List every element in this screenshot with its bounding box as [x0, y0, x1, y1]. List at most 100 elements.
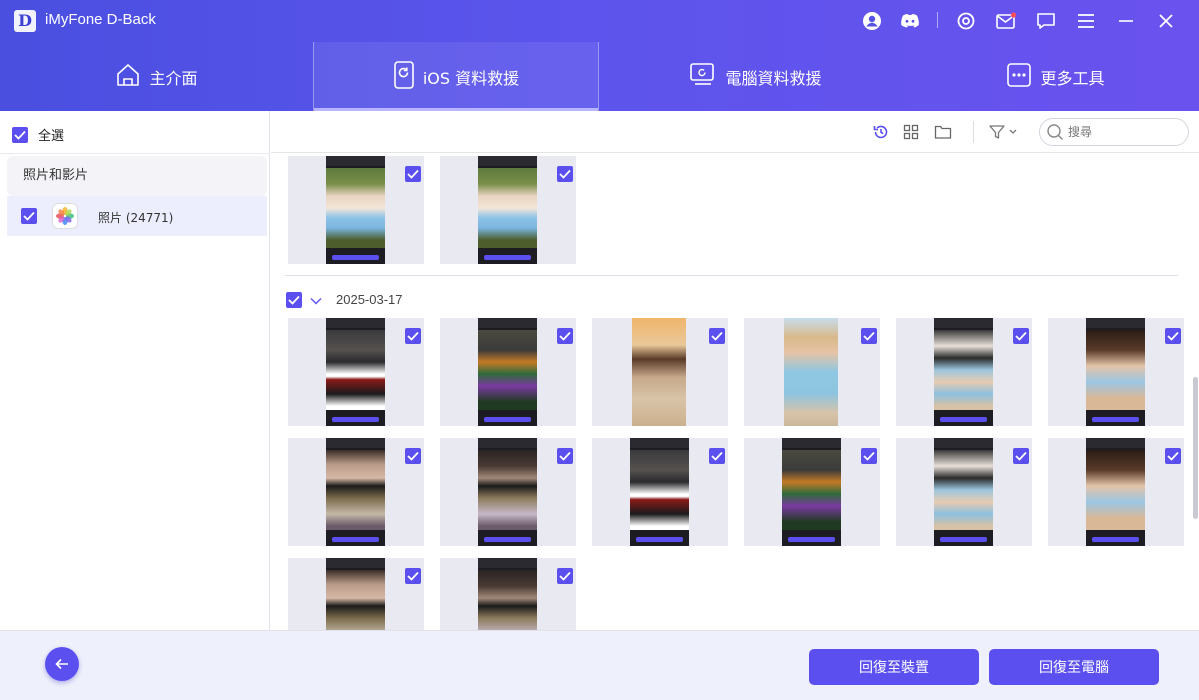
photo-grid-area: 2025-03-17	[271, 153, 1199, 630]
thumbnail-checkbox[interactable]	[709, 328, 725, 344]
screenshot-image	[630, 438, 689, 546]
screenshot-image	[478, 438, 537, 546]
screenshot-image	[782, 438, 841, 546]
thumbnail-checkbox[interactable]	[861, 448, 877, 464]
category-header[interactable]: 照片和影片	[7, 156, 267, 196]
thumbnail-checkbox[interactable]	[861, 328, 877, 344]
chevron-down-icon[interactable]	[310, 290, 322, 309]
photo-thumbnail[interactable]	[288, 156, 424, 264]
sidebar-item-photos[interactable]: 照片 (24771)	[7, 196, 267, 236]
restore-to-pc-button[interactable]: 回復至電腦	[989, 649, 1159, 685]
thumbnail-checkbox[interactable]	[1165, 448, 1181, 464]
close-icon[interactable]	[1154, 9, 1178, 33]
date-group-header[interactable]: 2025-03-17	[286, 290, 403, 309]
select-all[interactable]: 全選	[12, 125, 64, 144]
toolbar-divider	[973, 121, 974, 143]
photo-thumbnail[interactable]	[440, 438, 576, 546]
tab-home[interactable]: 主介面	[0, 42, 313, 111]
tab-home-label: 主介面	[149, 68, 198, 88]
tab-pc-recovery-label: 電腦資料救援	[725, 68, 822, 88]
screenshot-image	[934, 438, 993, 546]
photo-thumbnail[interactable]	[440, 318, 576, 426]
titlebar-divider	[937, 12, 938, 28]
photo-thumbnail[interactable]	[288, 558, 424, 630]
screenshot-image	[478, 156, 537, 264]
thumbnail-checkbox[interactable]	[405, 448, 421, 464]
thumbnail-checkbox[interactable]	[557, 568, 573, 584]
group-divider	[285, 275, 1178, 276]
arrow-left-icon	[55, 655, 69, 674]
photo-thumbnail[interactable]	[592, 318, 728, 426]
screenshot-image	[478, 558, 537, 630]
pc-recovery-icon	[689, 62, 717, 92]
thumbnail-checkbox[interactable]	[557, 328, 573, 344]
thumbnail-checkbox[interactable]	[1013, 328, 1029, 344]
app-header: D iMyFone D-Back 主介面 iOS 資料救援 電腦資料救援 更多工…	[0, 0, 1199, 111]
screenshot-image	[1086, 438, 1145, 546]
history-icon[interactable]	[871, 122, 891, 142]
photo-thumbnail[interactable]	[896, 438, 1032, 546]
photo-thumbnail[interactable]	[288, 438, 424, 546]
screenshot-image	[326, 438, 385, 546]
chat-icon[interactable]	[1034, 9, 1058, 33]
sidebar-divider	[0, 153, 270, 154]
ios-recovery-icon	[393, 60, 415, 93]
photo-thumbnail[interactable]	[440, 156, 576, 264]
content-scrollbar[interactable]	[1193, 377, 1198, 519]
home-icon	[115, 62, 141, 92]
photo-image	[632, 318, 686, 426]
select-all-checkbox[interactable]	[12, 126, 28, 143]
grid-view-icon[interactable]	[901, 122, 921, 142]
photo-image	[784, 318, 838, 426]
thumbnail-checkbox[interactable]	[557, 166, 573, 182]
photos-checkbox[interactable]	[21, 208, 37, 224]
photo-thumbnail[interactable]	[1048, 318, 1184, 426]
photo-thumbnail[interactable]	[744, 438, 880, 546]
app-title: iMyFone D-Back	[45, 11, 156, 28]
menu-icon[interactable]	[1074, 9, 1098, 33]
mail-icon[interactable]	[994, 9, 1018, 33]
search-box[interactable]	[1039, 118, 1189, 146]
back-button[interactable]	[45, 647, 79, 681]
minimize-icon[interactable]	[1114, 9, 1138, 33]
date-group-label: 2025-03-17	[336, 292, 403, 307]
thumbnail-checkbox[interactable]	[405, 328, 421, 344]
photo-thumbnail[interactable]	[1048, 438, 1184, 546]
screenshot-image	[326, 558, 385, 630]
sidebar: 全選 照片和影片 照片 (24771)	[0, 111, 270, 630]
thumbnail-checkbox[interactable]	[557, 448, 573, 464]
folder-icon[interactable]	[933, 122, 953, 142]
restore-to-device-button[interactable]: 回復至裝置	[809, 649, 979, 685]
screenshot-image	[326, 318, 385, 426]
thumbnail-checkbox[interactable]	[709, 448, 725, 464]
title-bar: D iMyFone D-Back	[0, 0, 1199, 42]
tab-ios-recovery-label: iOS 資料救援	[422, 68, 520, 88]
thumbnail-checkbox[interactable]	[405, 568, 421, 584]
tab-ios-recovery[interactable]: iOS 資料救援	[313, 42, 599, 111]
photo-thumbnail[interactable]	[896, 318, 1032, 426]
user-icon[interactable]	[860, 9, 884, 33]
screenshot-image	[934, 318, 993, 426]
tab-more-tools-label: 更多工具	[1040, 68, 1105, 88]
discord-icon[interactable]	[898, 9, 922, 33]
photo-thumbnail[interactable]	[440, 558, 576, 630]
photo-thumbnail[interactable]	[288, 318, 424, 426]
settings-icon[interactable]	[954, 9, 978, 33]
thumbnail-checkbox[interactable]	[1013, 448, 1029, 464]
date-group-checkbox[interactable]	[286, 291, 302, 308]
screenshot-image	[1086, 318, 1145, 426]
thumbnail-checkbox[interactable]	[1165, 328, 1181, 344]
photo-thumbnail[interactable]	[744, 318, 880, 426]
footer-bar: 回復至裝置 回復至電腦	[0, 630, 1199, 700]
photo-thumbnail[interactable]	[592, 438, 728, 546]
thumbnail-checkbox[interactable]	[405, 166, 421, 182]
search-icon	[1046, 123, 1064, 145]
content-toolbar	[271, 111, 1199, 153]
select-all-label: 全選	[38, 129, 65, 144]
tab-more-tools[interactable]: 更多工具	[912, 42, 1199, 111]
photos-app-icon	[53, 204, 77, 228]
tab-pc-recovery[interactable]: 電腦資料救援	[599, 42, 912, 111]
search-input[interactable]	[1068, 123, 1178, 141]
more-tools-icon	[1006, 62, 1032, 92]
filter-icon[interactable]	[989, 122, 1019, 142]
